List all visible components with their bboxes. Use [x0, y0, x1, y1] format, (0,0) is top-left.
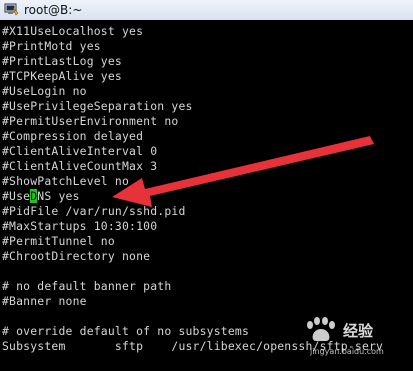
terminal-line: #UseDNS yes: [2, 189, 80, 204]
terminal-line: Subsystem sftp /usr/libexec/openssh/sftp…: [2, 339, 384, 353]
terminal-line: #Compression delayed: [2, 129, 144, 143]
terminal-line: #TCPKeepAlive yes: [2, 69, 122, 83]
line-prefix: #Use: [2, 189, 31, 203]
terminal-line: #ChrootDirectory none: [2, 249, 151, 263]
line-suffix: NS yes: [37, 189, 80, 203]
terminal-line: #MaxStartups 10:30:100: [2, 219, 158, 233]
terminal-line: #PrintLastLog yes: [2, 54, 122, 68]
terminal-line: #ShowPatchLevel no: [2, 174, 130, 188]
terminal-line: #Banner none: [2, 294, 87, 308]
terminal-line: #PermitUserEnvironment no: [2, 114, 179, 128]
terminal-line: #UseLogin no: [2, 84, 87, 98]
terminal-line: #PidFile /var/run/sshd.pid: [2, 204, 186, 218]
terminal-area[interactable]: #X11UseLocalhost yes #PrintMotd yes #Print…: [0, 20, 413, 371]
terminal-line: #UsePrivilegeSeparation yes: [2, 99, 193, 113]
terminal-line: #PrintMotd yes: [2, 39, 101, 53]
window-title: root@B:~: [24, 3, 83, 17]
terminal-line: #ClientAliveInterval 0: [2, 144, 158, 158]
terminal-line: #PermitTunnel no: [2, 234, 115, 248]
terminal-line: #ClientAliveCountMax 3: [2, 159, 158, 173]
terminal-line: #X11UseLocalhost yes: [2, 24, 144, 38]
putty-terminal-icon: [4, 3, 19, 16]
window-titlebar: root@B:~: [0, 0, 413, 21]
terminal-line: # no default banner path: [2, 279, 172, 293]
terminal-line: # override default of no subsystems: [2, 324, 250, 338]
